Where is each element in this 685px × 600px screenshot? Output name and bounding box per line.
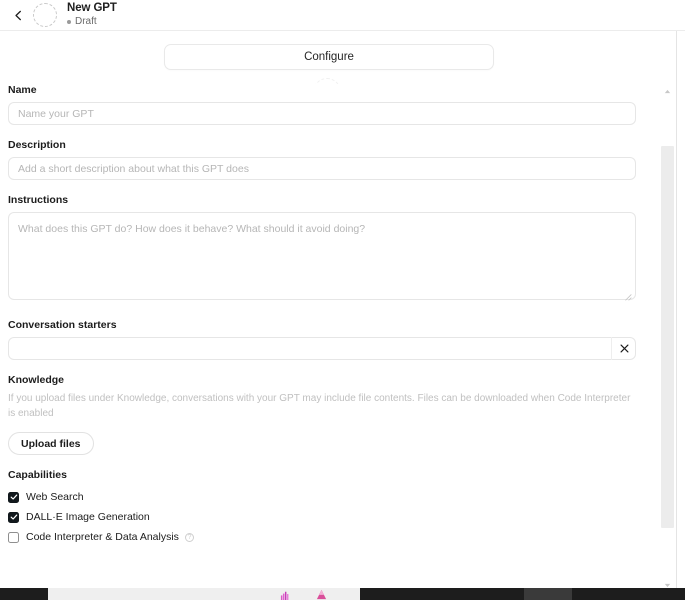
name-input[interactable] [8,102,636,125]
taskbar-segment [0,588,48,600]
capability-label: Web Search [26,491,84,503]
knowledge-help-text: If you upload files under Knowledge, con… [8,393,631,419]
instructions-wrapper [8,212,636,305]
capability-web-search[interactable]: Web Search [8,487,636,507]
description-label: Description [8,139,66,151]
caret-up-icon [664,89,671,93]
field-group-conversation-starters: Conversation starters [8,319,636,360]
field-group-instructions: Instructions [8,194,636,305]
instructions-textarea[interactable] [8,212,636,300]
description-input[interactable] [8,157,636,180]
capability-label: Code Interpreter & Data Analysis [26,531,179,543]
checkbox-dalle-image-generation[interactable] [8,511,19,523]
tab-configure[interactable]: Configure [164,44,494,70]
taskbar-segment [524,588,572,600]
configure-form: Name Description Instructions [0,84,658,547]
vertical-divider [676,31,677,600]
triangle-app-icon [316,589,327,600]
capability-label: DALL·E Image Generation [26,511,150,523]
page-title: New GPT [67,1,117,14]
check-icon [10,514,17,520]
status-badge: Draft [67,17,117,27]
capability-dalle-image-generation[interactable]: DALL·E Image Generation [8,507,636,527]
taskbar-window-strip [48,588,360,600]
checkbox-code-interpreter[interactable] [8,531,19,543]
capabilities-label: Capabilities [8,469,67,481]
conversation-starter-input[interactable] [8,337,636,360]
checkbox-web-search[interactable] [8,491,19,503]
scroll-up-button[interactable] [659,84,676,98]
right-gutter [677,31,685,600]
conversation-starters-label: Conversation starters [8,319,117,331]
field-group-capabilities: Capabilities Web Search DALL·E Image Gen… [8,469,636,547]
app-header: New GPT Draft [0,0,685,31]
knowledge-label: Knowledge [8,374,65,386]
field-group-knowledge: Knowledge If you upload files under Know… [8,374,636,455]
remove-conversation-starter-button[interactable] [611,337,636,360]
close-icon [619,344,629,353]
configure-scroll-area[interactable]: Name Description Instructions [0,84,658,600]
tab-bar: Configure [0,31,658,83]
instructions-label: Instructions [8,194,69,206]
upload-files-button[interactable]: Upload files [8,432,94,455]
os-taskbar [0,588,685,600]
gpt-builder-window: New GPT Draft Configure Name Description [0,0,685,600]
chevron-left-icon [14,10,21,20]
vertical-scrollbar[interactable] [659,84,676,592]
resize-handle-icon[interactable] [623,292,632,301]
scroll-thumb[interactable] [661,146,674,528]
header-title-block: New GPT Draft [67,1,117,28]
caret-down-icon [664,583,671,587]
taskbar-segment [360,588,524,600]
chart-icon [280,591,289,600]
field-group-name: Name [8,84,636,125]
taskbar-segment [572,588,685,600]
name-label: Name [8,84,37,96]
back-button[interactable] [8,5,28,25]
status-dot [67,20,71,25]
capabilities-list: Web Search DALL·E Image Generation Code … [8,487,636,547]
field-group-description: Description [8,139,636,180]
avatar[interactable] [33,3,57,27]
conversation-starter-row [8,337,636,360]
status-label: Draft [75,16,97,28]
capability-code-interpreter[interactable]: Code Interpreter & Data Analysis ? [8,527,636,547]
check-icon [10,494,17,500]
info-icon[interactable]: ? [184,532,194,542]
